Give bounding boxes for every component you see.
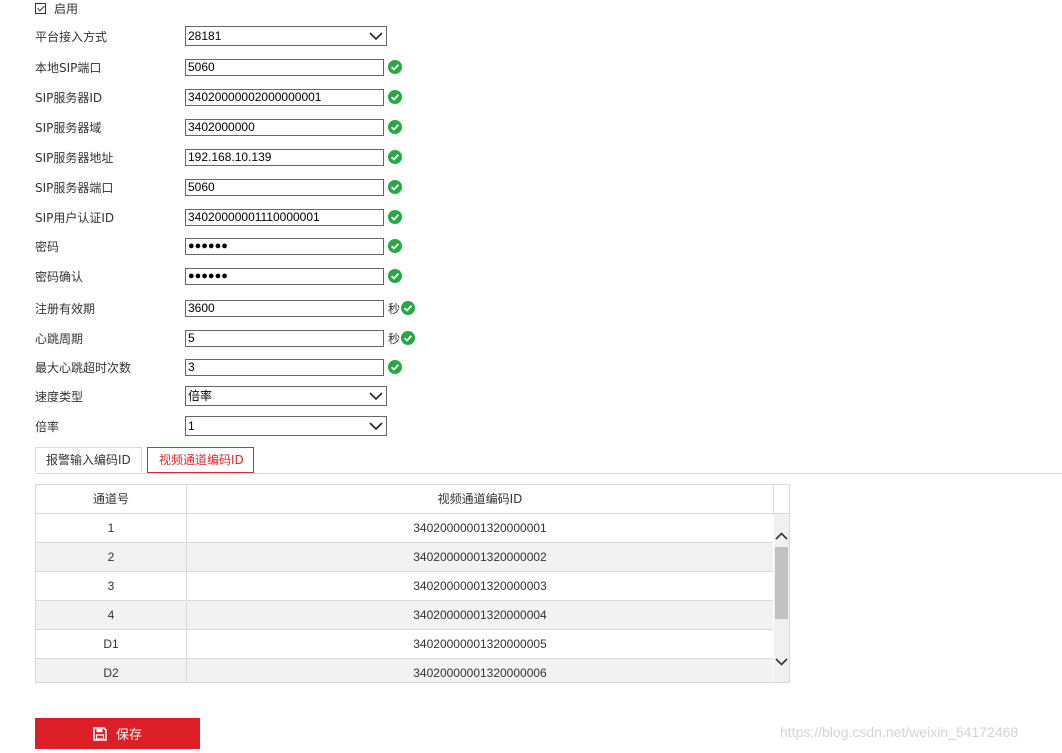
check-circle-icon — [388, 269, 402, 283]
sip-user-auth-id-label: SIP用户认证ID — [35, 210, 115, 225]
access-mode-select[interactable]: 28181 — [185, 26, 387, 46]
column-header-channel: 通道号 — [36, 485, 187, 513]
tab-alarm-input-id[interactable]: 报警输入编码ID — [35, 447, 142, 472]
rate-value: 1 — [188, 419, 195, 433]
sip-server-address-input[interactable]: 192.168.10.139 — [185, 148, 384, 166]
sip-user-auth-id-row: SIP用户认证ID 34020000001110000001 — [35, 208, 402, 226]
chevron-down-icon — [369, 392, 383, 401]
save-icon — [93, 726, 107, 741]
check-circle-icon — [388, 239, 402, 253]
scroll-down-arrow-icon[interactable] — [774, 654, 789, 671]
table-row[interactable]: D2 34020000001320000006 — [36, 659, 773, 682]
access-mode-value: 28181 — [188, 29, 222, 43]
tab-bar: 报警输入编码ID 视频通道编码ID — [35, 447, 1062, 474]
password-row: 密码 ●●●●●● — [35, 237, 402, 255]
check-circle-icon — [401, 331, 416, 345]
channel-id-cell: 34020000001320000002 — [413, 550, 547, 564]
sip-server-id-input[interactable]: 34020000002000000001 — [185, 88, 384, 106]
check-circle-icon — [388, 90, 402, 104]
check-circle-icon — [401, 301, 416, 315]
check-circle-icon — [388, 180, 402, 194]
check-circle-icon — [388, 120, 402, 134]
sip-server-address-label: SIP服务器地址 — [35, 150, 114, 165]
chevron-down-icon — [369, 32, 383, 41]
register-validity-label: 注册有效期 — [35, 301, 96, 316]
rate-label: 倍率 — [35, 419, 60, 434]
table-scrollbar[interactable] — [774, 514, 789, 682]
channel-cell: 3 — [36, 572, 187, 601]
channel-id-cell: 34020000001320000003 — [413, 579, 547, 593]
enable-label: 启用 — [54, 1, 79, 16]
save-button[interactable]: 保存 — [35, 718, 200, 749]
heartbeat-period-row: 心跳周期 5 秒 — [35, 329, 416, 347]
scrollbar-thumb[interactable] — [775, 547, 788, 619]
rate-row: 倍率 1 — [35, 416, 387, 436]
check-circle-icon — [388, 360, 402, 374]
sip-user-auth-id-input[interactable]: 34020000001110000001 — [185, 208, 384, 226]
channel-cell: D1 — [36, 630, 187, 659]
sip-server-port-row: SIP服务器端口 5060 — [35, 178, 402, 196]
scroll-up-arrow-icon[interactable] — [774, 528, 789, 545]
channel-id-table: 通道号 视频通道编码ID 1 34020000001320000001 2 34… — [35, 484, 790, 683]
channel-cell: 1 — [36, 514, 187, 543]
max-heartbeat-timeouts-input[interactable]: 3 — [185, 358, 384, 376]
heartbeat-period-input[interactable]: 5 — [185, 329, 384, 347]
table-row[interactable]: D1 34020000001320000005 — [36, 630, 773, 659]
local-sip-port-row: 本地SIP端口 5060 — [35, 58, 402, 76]
seconds-unit: 秒 — [388, 331, 401, 346]
channel-id-cell: 34020000001320000001 — [413, 521, 547, 535]
local-sip-port-label: 本地SIP端口 — [35, 60, 102, 75]
channel-cell: 4 — [36, 601, 187, 630]
sip-server-id-row: SIP服务器ID 34020000002000000001 — [35, 88, 402, 106]
speed-type-value: 倍率 — [188, 389, 213, 403]
save-button-label: 保存 — [115, 727, 142, 742]
watermark: https://blog.csdn.net/weixin_54172468 — [780, 724, 1019, 740]
speed-type-select[interactable]: 倍率 — [185, 386, 387, 406]
password-confirm-input[interactable]: ●●●●●● — [185, 267, 384, 285]
tab-video-channel-id[interactable]: 视频通道编码ID — [147, 447, 254, 473]
password-confirm-label: 密码确认 — [35, 269, 84, 284]
speed-type-row: 速度类型 倍率 — [35, 386, 387, 406]
local-sip-port-input[interactable]: 5060 — [185, 58, 384, 76]
check-circle-icon — [388, 210, 402, 224]
speed-type-label: 速度类型 — [35, 389, 84, 404]
table-header: 通道号 视频通道编码ID — [36, 485, 789, 514]
channel-cell: 2 — [36, 543, 187, 572]
table-row[interactable]: 2 34020000001320000002 — [36, 543, 773, 572]
enable-checkbox[interactable] — [35, 2, 46, 14]
enable-row: 启用 — [35, 0, 78, 16]
channel-id-cell: 34020000001320000004 — [413, 608, 547, 622]
channel-cell: D2 — [36, 659, 187, 682]
sip-server-domain-row: SIP服务器域 3402000000 — [35, 118, 402, 136]
sip-server-id-label: SIP服务器ID — [35, 90, 103, 105]
sip-server-domain-input[interactable]: 3402000000 — [185, 118, 384, 136]
check-circle-icon — [388, 60, 402, 74]
access-mode-label: 平台接入方式 — [35, 29, 108, 44]
heartbeat-period-label: 心跳周期 — [35, 331, 84, 346]
chevron-down-icon — [369, 422, 383, 431]
channel-id-cell: 34020000001320000006 — [413, 666, 547, 680]
sip-server-domain-label: SIP服务器域 — [35, 120, 102, 135]
sip-server-port-label: SIP服务器端口 — [35, 180, 114, 195]
register-validity-input[interactable]: 3600 — [185, 299, 384, 317]
password-confirm-row: 密码确认 ●●●●●● — [35, 267, 402, 285]
table-row[interactable]: 4 34020000001320000004 — [36, 601, 773, 630]
register-validity-row: 注册有效期 3600 秒 — [35, 299, 416, 317]
table-row[interactable]: 1 34020000001320000001 — [36, 514, 773, 543]
max-heartbeat-timeouts-row: 最大心跳超时次数 3 — [35, 358, 402, 376]
column-header-video-channel-id: 视频通道编码ID — [187, 485, 774, 513]
password-label: 密码 — [35, 239, 60, 254]
sip-server-port-input[interactable]: 5060 — [185, 178, 384, 196]
max-heartbeat-timeouts-label: 最大心跳超时次数 — [35, 360, 132, 375]
channel-id-cell: 34020000001320000005 — [413, 637, 547, 651]
access-mode-row: 平台接入方式 28181 — [35, 26, 387, 46]
sip-server-address-row: SIP服务器地址 192.168.10.139 — [35, 148, 402, 166]
table-body: 1 34020000001320000001 2 340200000013200… — [36, 514, 773, 682]
seconds-unit: 秒 — [388, 301, 401, 316]
table-row[interactable]: 3 34020000001320000003 — [36, 572, 773, 601]
password-input[interactable]: ●●●●●● — [185, 237, 384, 255]
rate-select[interactable]: 1 — [185, 416, 387, 436]
check-circle-icon — [388, 150, 402, 164]
